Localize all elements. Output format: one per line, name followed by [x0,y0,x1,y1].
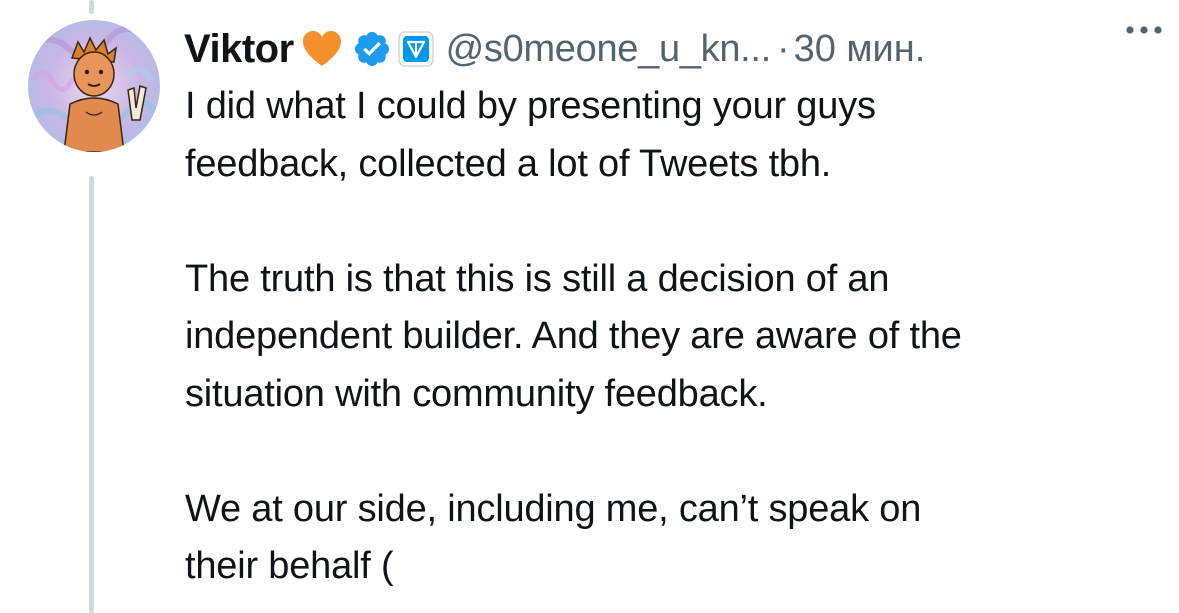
timestamp[interactable]: 30 мин. [794,28,926,71]
text-line: We at our side, including me, can’t spea… [185,487,922,530]
tweet-header: Viktor @s0meone_u_kn... · 30 мин. [184,20,1164,78]
text-line: I did what I could by presenting your gu… [185,85,876,127]
text-line: independent builder. And they are aware … [185,315,962,357]
orange-heart-icon [302,30,342,68]
text-line: The truth is that this is still a decisi… [185,257,890,300]
avatar[interactable] [28,20,160,152]
more-options-icon [1126,26,1162,34]
more-options-button[interactable] [1119,12,1169,48]
author-name[interactable]: Viktor [184,27,294,72]
author-handle[interactable]: @s0meone_u_kn... [446,28,772,71]
thread-connector-bottom [89,176,94,613]
ton-affiliate-badge-icon[interactable] [397,31,434,67]
text-line: feedback, collected a lot of Tweets tbh. [185,142,832,185]
thread-connector-top [89,0,94,14]
separator-dot: · [776,27,790,70]
verified-badge-icon[interactable] [352,29,392,69]
text-line: their behalf ( [185,545,394,587]
tweet-text: I did what I could by presenting your gu… [185,78,1170,596]
text-line: situation with community feedback. [185,372,768,415]
